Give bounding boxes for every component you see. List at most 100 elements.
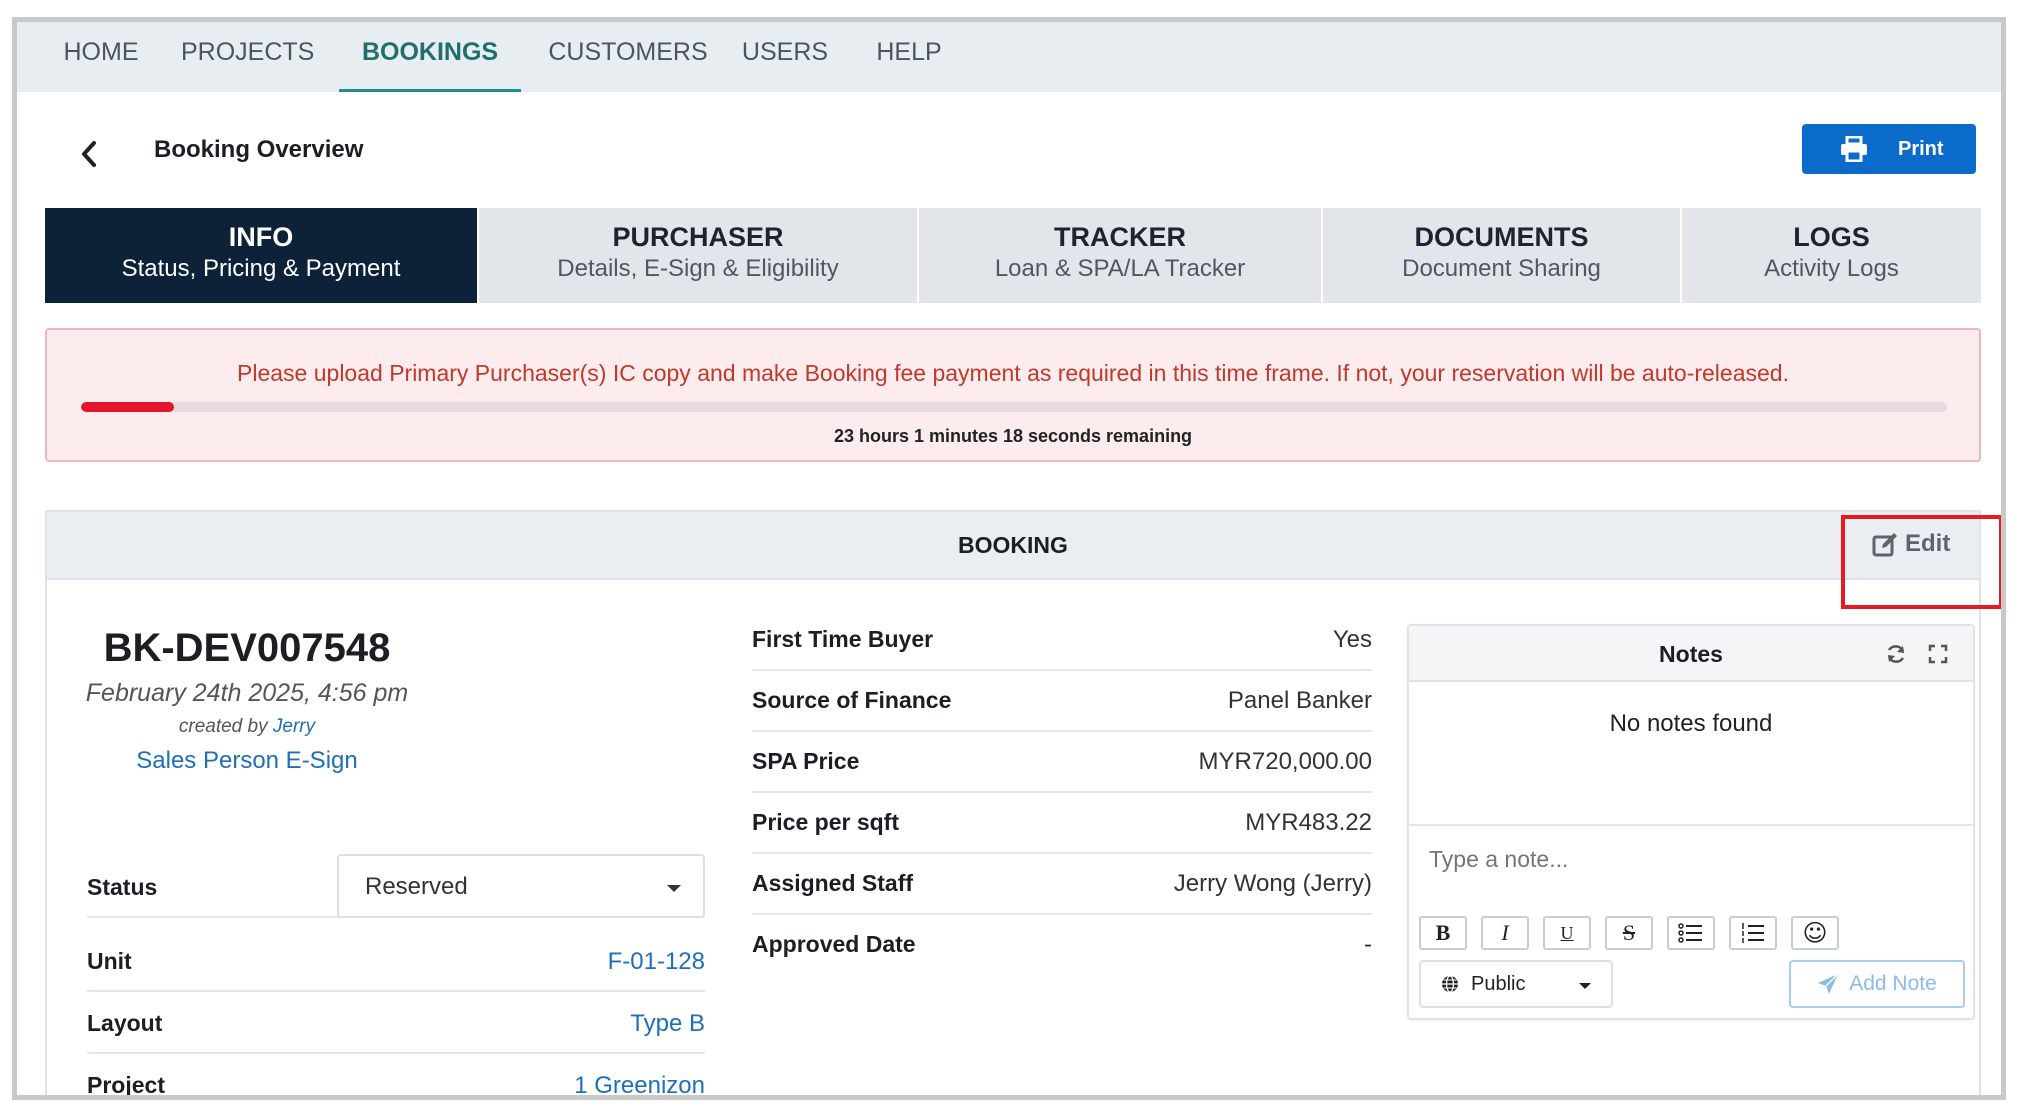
layout-link[interactable]: Type B (630, 1010, 705, 1038)
print-button[interactable]: Print (1802, 124, 1976, 174)
assigned-staff-label: Assigned Staff (752, 870, 914, 896)
sales-person-esign-link[interactable]: Sales Person E-Sign (57, 747, 437, 775)
status-select[interactable]: Reserved (337, 854, 705, 918)
info-row-price-per-sqft: Price per sqft MYR483.22 (752, 793, 1372, 854)
chevron-left-icon[interactable] (77, 138, 101, 170)
tab-info[interactable]: INFO Status, Pricing & Payment (45, 208, 479, 303)
caret-down-icon (1579, 983, 1591, 989)
created-by: created by Jerry (57, 716, 437, 738)
underline-icon: U (1560, 922, 1574, 943)
first-time-buyer-label: First Time Buyer (752, 626, 934, 652)
emoji-button[interactable]: ☺ (1791, 916, 1839, 950)
created-by-user-link[interactable]: Jerry (273, 716, 315, 737)
tab-logs-title: LOGS (1793, 222, 1870, 252)
notes-header: Notes (1409, 626, 1973, 682)
booking-panel-header: BOOKING Edit (47, 512, 1979, 580)
expand-icon[interactable] (1928, 644, 1948, 664)
first-time-buyer-value: Yes (1332, 626, 1372, 653)
add-note-button[interactable]: Add Note (1789, 960, 1965, 1008)
printer-icon (1841, 136, 1867, 162)
created-by-prefix: created by (178, 716, 268, 737)
alert-message: Please upload Primary Purchaser(s) IC co… (237, 360, 1789, 386)
bullet-list-button[interactable] (1667, 916, 1715, 950)
nav-users[interactable]: USERS (737, 22, 833, 92)
spa-price-label: SPA Price (752, 748, 860, 774)
no-notes-message: No notes found (1609, 710, 1773, 737)
countdown-progress-bar (81, 402, 1947, 412)
numbered-list-button[interactable] (1729, 916, 1777, 950)
edit-highlight-box (1841, 515, 2001, 609)
page-title: Booking Overview (154, 136, 364, 163)
info-row-source-of-finance: Source of Finance Panel Banker (752, 671, 1372, 732)
tab-documents-title: DOCUMENTS (1414, 222, 1589, 252)
info-row-first-time-buyer: First Time Buyer Yes (752, 610, 1372, 671)
project-link[interactable]: 1 Greenizon (574, 1072, 705, 1095)
status-value: Reserved (365, 873, 468, 900)
project-label: Project (87, 1072, 165, 1098)
top-nav: HOME PROJECTS BOOKINGS CUSTOMERS USERS H… (17, 22, 2001, 92)
tab-info-subtitle: Status, Pricing & Payment (121, 255, 401, 282)
booking-date: February 24th 2025, 4:56 pm (85, 679, 409, 707)
nav-projects[interactable]: PROJECTS (181, 22, 314, 92)
nav-home[interactable]: HOME (41, 22, 161, 92)
status-label: Status (87, 874, 158, 900)
tab-info-title: INFO (228, 222, 294, 252)
countdown-text: 23 hours 1 minutes 18 seconds remaining (833, 426, 1193, 446)
print-label: Print (1898, 137, 1944, 160)
tab-logs-subtitle: Activity Logs (1764, 255, 1899, 282)
countdown-progress-fill (81, 402, 175, 412)
detail-row-unit: Unit F-01-128 (87, 930, 705, 992)
price-per-sqft-label: Price per sqft (752, 809, 899, 835)
spa-price-value: MYR720,000.00 (1198, 748, 1372, 775)
nav-bookings[interactable]: BOOKINGS (339, 22, 521, 92)
notes-divider (1409, 824, 1973, 826)
detail-row-layout: Layout Type B (87, 992, 705, 1054)
approved-date-value: - (1364, 931, 1372, 958)
bullet-list-icon (1678, 923, 1702, 943)
unit-link[interactable]: F-01-128 (608, 948, 705, 976)
nav-customers[interactable]: CUSTOMERS (545, 22, 711, 92)
send-icon (1818, 973, 1839, 994)
tab-purchaser-title: PURCHASER (612, 222, 784, 252)
notes-panel: Notes No notes found B I U S (1407, 624, 1975, 1020)
source-of-finance-value: Panel Banker (1227, 687, 1372, 714)
tab-documents[interactable]: DOCUMENTS Document Sharing (1323, 208, 1682, 303)
assigned-staff-value: Jerry Wong (Jerry) (1173, 870, 1372, 897)
strikethrough-button[interactable]: S (1605, 916, 1653, 950)
layout-label: Layout (87, 1010, 163, 1036)
emoji-icon: ☺ (1802, 919, 1828, 947)
price-per-sqft-value: MYR483.22 (1245, 809, 1372, 836)
add-note-label: Add Note (1849, 972, 1937, 995)
info-row-spa-price: SPA Price MYR720,000.00 (752, 732, 1372, 793)
numbered-list-icon (1742, 923, 1764, 943)
booking-tabs: INFO Status, Pricing & Payment PURCHASER… (45, 208, 1981, 303)
bold-button[interactable]: B (1419, 916, 1467, 950)
visibility-select[interactable]: Public (1419, 960, 1613, 1008)
detail-row-project: Project 1 Greenizon (87, 1054, 705, 1098)
note-input[interactable] (1429, 846, 1949, 873)
tab-tracker-subtitle: Loan & SPA/LA Tracker (994, 255, 1246, 282)
italic-button[interactable]: I (1481, 916, 1529, 950)
caret-down-icon (667, 885, 681, 892)
nav-help[interactable]: HELP (869, 22, 949, 92)
auto-release-alert: Please upload Primary Purchaser(s) IC co… (45, 328, 1981, 462)
underline-button[interactable]: U (1543, 916, 1591, 950)
bold-icon: B (1435, 920, 1451, 945)
tab-tracker-title: TRACKER (1054, 222, 1186, 252)
tab-logs[interactable]: LOGS Activity Logs (1682, 208, 1981, 303)
info-row-assigned-staff: Assigned Staff Jerry Wong (Jerry) (752, 854, 1372, 915)
booking-id: BK-DEV007548 (103, 626, 391, 670)
visibility-value: Public (1471, 972, 1526, 995)
italic-icon: I (1501, 920, 1509, 945)
tab-documents-subtitle: Document Sharing (1402, 255, 1601, 282)
info-row-approved-date: Approved Date - (752, 915, 1372, 976)
unit-label: Unit (87, 948, 132, 974)
tab-purchaser-subtitle: Details, E-Sign & Eligibility (557, 255, 839, 282)
tab-purchaser[interactable]: PURCHASER Details, E-Sign & Eligibility (479, 208, 919, 303)
booking-section-title: BOOKING (958, 532, 1068, 558)
tab-tracker[interactable]: TRACKER Loan & SPA/LA Tracker (919, 208, 1323, 303)
strikethrough-icon: S (1622, 920, 1636, 945)
refresh-icon[interactable] (1885, 643, 1907, 665)
approved-date-label: Approved Date (752, 931, 916, 957)
globe-icon (1442, 975, 1458, 993)
